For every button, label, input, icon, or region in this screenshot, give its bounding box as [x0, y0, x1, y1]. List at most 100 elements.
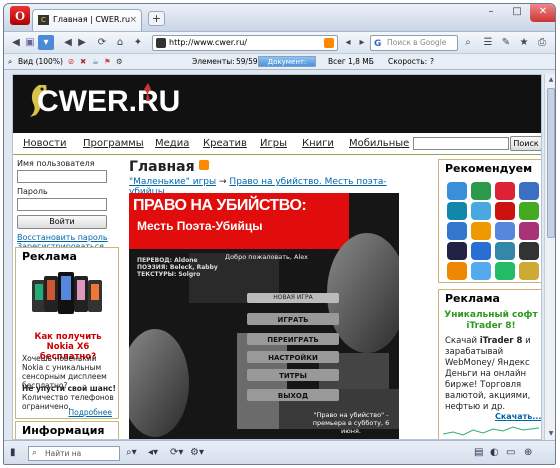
view-zoom-label[interactable]: Вид (100%): [18, 54, 63, 69]
search-placeholder: Поиск в Google: [387, 38, 447, 47]
home-icon[interactable]: ⌂: [112, 35, 128, 50]
left-ad-headline-2: Не упусти свой шанс!: [22, 384, 116, 393]
vlc-icon[interactable]: [447, 262, 467, 280]
chart-icon[interactable]: [495, 242, 515, 260]
poster-menu-item: НАСТРОЙКИ: [268, 354, 318, 362]
search-input[interactable]: G Поиск в Google: [370, 35, 458, 51]
right-ad-text-1: Скачай: [445, 336, 478, 346]
sky-icon[interactable]: [471, 202, 491, 220]
tab-menu-icon[interactable]: ▾: [38, 35, 54, 50]
scroll-thumb[interactable]: [547, 88, 555, 238]
figure-icon: [144, 83, 151, 101]
zoom-icon[interactable]: ⌕▾: [126, 447, 137, 458]
circle-icon[interactable]: [495, 182, 515, 200]
menu-item-media[interactable]: Медиа: [155, 138, 189, 149]
right-ad-download-link[interactable]: Скачать...: [495, 412, 541, 421]
forward-icon[interactable]: ⟳▾: [170, 447, 183, 458]
breadcrumb-link-games[interactable]: "Маленькие" игры: [129, 177, 216, 187]
zoom-icon[interactable]: ⌕: [460, 35, 476, 50]
scroll-up-icon[interactable]: ▲: [545, 74, 555, 86]
opera-red-icon[interactable]: [495, 202, 515, 220]
ie-icon[interactable]: [447, 222, 467, 240]
search-icon: ⌕: [32, 448, 38, 458]
phone-icon[interactable]: [519, 242, 539, 260]
close-window-button[interactable]: ✕: [530, 4, 555, 22]
stack-icon[interactable]: [519, 222, 539, 240]
block-icon[interactable]: ⊘: [68, 54, 74, 69]
speed-dial-icon[interactable]: ▣: [22, 35, 38, 50]
right-ad-headline[interactable]: Уникальный софт iTrader 8!: [443, 310, 539, 332]
minimize-button[interactable]: –: [478, 4, 504, 22]
rss-icon[interactable]: [324, 38, 334, 48]
game-poster-image[interactable]: ПРАВО НА УБИЙСТВО: Месть Поэта-Убийцы ПЕ…: [129, 193, 399, 439]
wand-icon[interactable]: ✦: [130, 35, 146, 50]
turbo-icon[interactable]: ◐: [490, 447, 499, 458]
forward-icon[interactable]: ▶: [74, 35, 90, 50]
site-search-input[interactable]: [413, 137, 509, 150]
popup-icon[interactable]: ⚑: [104, 54, 111, 69]
back-icon[interactable]: ◂▾: [148, 447, 158, 458]
phones-image[interactable]: [30, 270, 104, 320]
tab-active[interactable]: C Главная | CWER.ru ×: [32, 9, 142, 31]
zoom-slider-icon[interactable]: ▭: [506, 447, 515, 458]
cubes-icon[interactable]: [471, 222, 491, 240]
reload-icon[interactable]: ⟳: [94, 35, 110, 50]
rss-icon[interactable]: [198, 160, 209, 170]
globe-icon[interactable]: [519, 182, 539, 200]
vertical-scrollbar[interactable]: ▲ ▼: [544, 74, 555, 440]
go-icon[interactable]: ▸: [354, 35, 370, 50]
bottom-bar: ▮ ⌕ Найти на странице ⌕▾ ◂▾ ⟳▾ ⚙▾ ▤ ◐ ▭ …: [4, 440, 555, 464]
left-ad-more-link[interactable]: Подробнее: [68, 408, 112, 417]
panel-toggle-icon[interactable]: ▮: [10, 447, 16, 458]
restore-password-link[interactable]: Восстановить пароль: [17, 233, 117, 242]
menu-item-programs[interactable]: Программы: [83, 138, 144, 149]
notes-icon[interactable]: ✎: [498, 35, 514, 50]
gear-icon[interactable]: ⚙▾: [190, 447, 204, 458]
menu-item-creative[interactable]: Креатив: [203, 138, 247, 149]
site-search-button[interactable]: Поиск: [510, 136, 541, 151]
unite-icon[interactable]: ▤: [474, 447, 483, 458]
game-icon[interactable]: [447, 242, 467, 260]
opera-menu-button[interactable]: O: [10, 6, 30, 25]
settings-icon[interactable]: ⚙: [116, 54, 123, 69]
flash-icon[interactable]: ✖: [80, 54, 86, 69]
menu-item-games[interactable]: Игры: [260, 138, 287, 149]
java-icon[interactable]: ☕: [92, 54, 99, 69]
zoom-in-icon[interactable]: ⊕: [524, 447, 532, 458]
photoshop-icon[interactable]: [471, 242, 491, 260]
password-field[interactable]: [17, 198, 107, 211]
page-title: Главная: [129, 159, 405, 175]
username-field[interactable]: [17, 170, 107, 183]
menu-item-books[interactable]: Книги: [302, 138, 334, 149]
books-icon[interactable]: [519, 202, 539, 220]
right-ad-text-2: и зарабатывай WebMoney/ Яндекс Деньги на…: [445, 336, 531, 412]
right-ad-box: Реклама Уникальный софт iTrader 8! Скача…: [438, 289, 541, 439]
close-tab-icon[interactable]: ×: [129, 10, 137, 30]
bookmark-icon[interactable]: ★: [516, 35, 532, 50]
scroll-down-icon[interactable]: ▼: [545, 428, 555, 440]
left-column: Имя пользователя Пароль Войти Восстанови…: [17, 159, 117, 251]
menu-item-news[interactable]: Новости: [23, 138, 66, 149]
address-field[interactable]: http://www.cwer.ru/: [152, 35, 338, 51]
site-logo[interactable]: CWER.RU: [37, 85, 180, 119]
login-button[interactable]: Войти: [17, 215, 107, 229]
alien-icon[interactable]: [471, 182, 491, 200]
transfer-icon[interactable]: [471, 262, 491, 280]
poster-menu-item: ВЫХОД: [277, 392, 309, 400]
site-favicon-icon: C: [38, 15, 49, 25]
hat-icon[interactable]: [495, 262, 515, 280]
print-icon[interactable]: ⎙: [534, 35, 550, 50]
panel-icon[interactable]: ☰: [480, 35, 496, 50]
poster-menu-item: НОВАЯ ИГРА: [273, 294, 313, 301]
new-tab-button[interactable]: +: [148, 11, 165, 26]
win-logo-icon[interactable]: [447, 182, 467, 200]
find-in-page-input[interactable]: ⌕ Найти на странице: [28, 446, 120, 464]
zoom-view-icon[interactable]: ⌕: [8, 54, 12, 69]
poster-credits: ПЕРЕВОД: Aldone ПОЭЗИЯ: Beleck, Rabby ТЕ…: [137, 257, 218, 278]
mail-icon[interactable]: [519, 262, 539, 280]
maximize-button[interactable]: □: [504, 4, 530, 22]
skype-icon[interactable]: [447, 202, 467, 220]
browser-icon[interactable]: [495, 222, 515, 240]
menu-item-mobile[interactable]: Мобильные: [349, 138, 409, 149]
password-label: Пароль: [17, 187, 48, 196]
